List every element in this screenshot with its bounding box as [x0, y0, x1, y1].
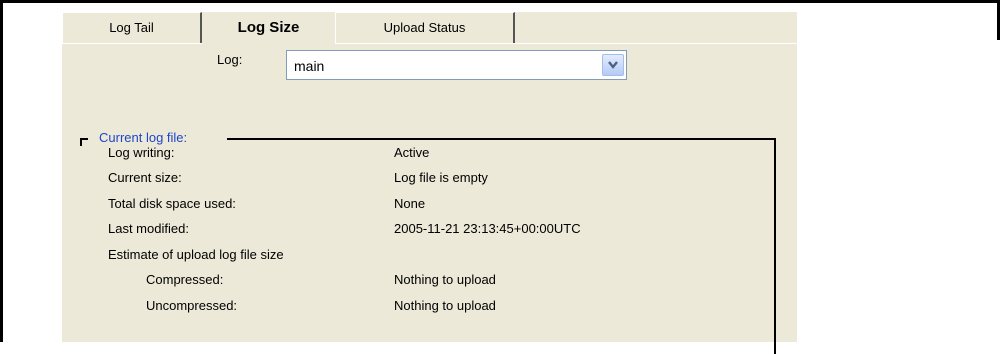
row-estimate-heading: Estimate of upload log file size	[62, 247, 797, 269]
log-select-dropdown[interactable]: main	[286, 50, 627, 80]
row-value: Active	[394, 145, 430, 160]
row-current-size: Current size: Log file is empty	[62, 170, 797, 192]
row-uncompressed: Uncompressed: Nothing to upload	[62, 298, 797, 320]
tab-separator	[335, 16, 336, 43]
row-label: Current size:	[108, 170, 182, 185]
log-size-panel: Log Tail Log Size Upload Status Log: mai…	[62, 12, 797, 354]
row-compressed: Compressed: Nothing to upload	[62, 272, 797, 294]
chevron-down-icon	[608, 61, 618, 69]
tab-log-tail[interactable]: Log Tail	[62, 12, 202, 43]
row-value: Nothing to upload	[394, 298, 496, 313]
row-label: Compressed:	[146, 272, 224, 287]
row-last-modified: Last modified: 2005-11-21 23:13:45+00:00…	[62, 221, 797, 243]
frame-left-border	[0, 0, 3, 342]
tab-strip-line	[62, 43, 202, 44]
dropdown-button[interactable]	[602, 54, 624, 76]
row-label: Total disk space used:	[108, 196, 236, 211]
group-border	[227, 138, 776, 140]
row-value: Log file is empty	[394, 170, 488, 185]
row-label: Uncompressed:	[146, 298, 238, 313]
row-label: Estimate of upload log file size	[108, 247, 284, 262]
row-log-writing: Log writing: Active	[62, 145, 797, 167]
tab-upload-status[interactable]: Upload Status	[335, 12, 515, 43]
row-label: Log writing:	[108, 145, 175, 160]
row-value: 2005-11-21 23:13:45+00:00UTC	[394, 221, 581, 236]
row-label: Last modified:	[108, 221, 189, 236]
row-value: None	[394, 196, 426, 211]
tab-strip-line	[335, 43, 797, 44]
row-value: Nothing to upload	[394, 272, 496, 287]
row-total-disk-space: Total disk space used: None	[62, 196, 797, 218]
frame-top-border	[0, 0, 1000, 3]
log-select-value: main	[294, 58, 325, 74]
group-title: Current log file:	[99, 130, 188, 145]
tab-log-size[interactable]: Log Size	[202, 12, 335, 43]
log-select-label: Log:	[217, 52, 243, 67]
